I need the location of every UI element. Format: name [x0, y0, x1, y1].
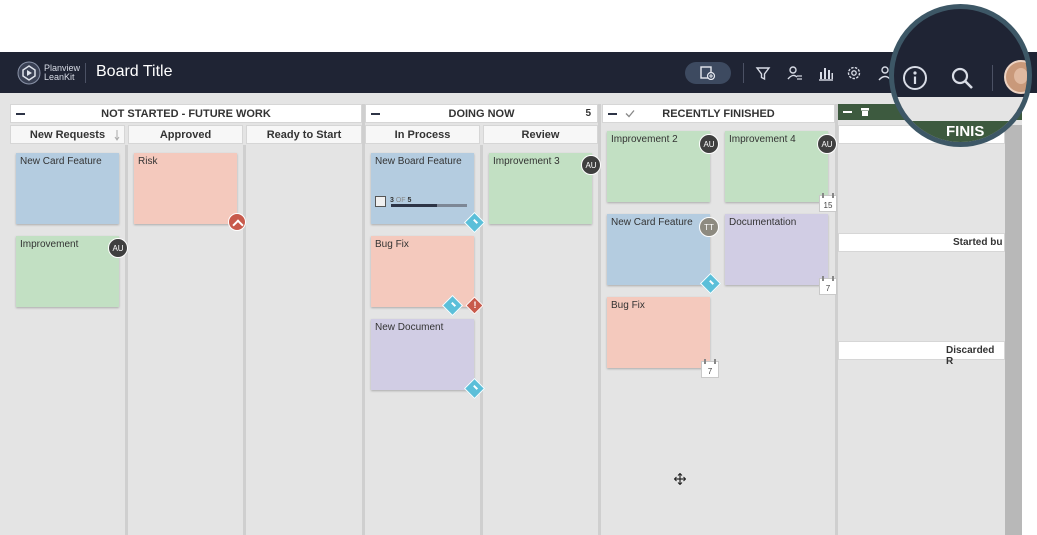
card-title: Improvement 4: [729, 134, 796, 145]
brand-line-2: LeanKit: [44, 72, 75, 82]
brand-name: Planview LeanKit: [44, 64, 80, 82]
card-title: Risk: [138, 156, 158, 167]
calendar-icon[interactable]: 7: [819, 276, 837, 295]
collapse-icon[interactable]: [843, 111, 852, 113]
filter-icon[interactable]: [754, 64, 772, 82]
toolbar-divider: [992, 65, 993, 91]
settings-icon[interactable]: [845, 64, 863, 82]
top-bar: Planview LeanKit Board Title: [0, 52, 1037, 93]
lane-header-recently-finished[interactable]: RECENTLY FINISHED: [602, 104, 835, 123]
card-title: Improvement 2: [611, 134, 678, 145]
lane-header-doing-now[interactable]: DOING NOW 5: [365, 104, 598, 123]
column-title: Ready to Start: [266, 128, 342, 141]
toolbar-divider: [743, 63, 744, 83]
planview-logo-icon: [17, 61, 41, 85]
column-header-in-process[interactable]: In Process: [365, 125, 480, 144]
assignee-avatar[interactable]: AU: [108, 238, 128, 258]
sort-icon[interactable]: [114, 129, 120, 141]
column-title: In Process: [394, 128, 451, 141]
column-title: Approved: [159, 128, 212, 141]
calendar-icon[interactable]: 7: [701, 359, 719, 378]
column-divider: [480, 145, 483, 535]
card-title: Improvement: [20, 239, 79, 250]
app-window: Planview LeanKit Board Title NOT STARTED…: [0, 0, 1037, 535]
progress-bar: [391, 204, 467, 207]
scrollbar[interactable]: [1005, 125, 1022, 535]
assignee-avatar[interactable]: AU: [817, 134, 837, 154]
panel-title: Started bu: [953, 237, 1003, 248]
column-header-review[interactable]: Review: [483, 125, 598, 144]
magnified-finished-header: FINIS: [894, 121, 1027, 142]
assignee-avatar[interactable]: AU: [699, 134, 719, 154]
brand-divider: [85, 63, 86, 83]
priority-up-icon[interactable]: [228, 213, 246, 231]
board-title[interactable]: Board Title: [96, 63, 172, 81]
card-new-card-feature-2[interactable]: New Card Feature TT: [607, 214, 722, 295]
card-improvement[interactable]: Improvement AU: [16, 236, 128, 307]
card-improvement-4[interactable]: Improvement 4 AU 15: [725, 131, 837, 212]
search-icon[interactable]: [950, 66, 974, 90]
avatar-face: [1014, 68, 1027, 84]
column-divider: [243, 145, 246, 535]
blocked-exclamation: !: [473, 300, 477, 310]
assignee-avatar[interactable]: TT: [699, 217, 719, 237]
card-new-board-feature[interactable]: New Board Feature 3 OF 5: [371, 153, 486, 234]
card-title: Improvement 3: [493, 156, 560, 167]
analytics-icon[interactable]: [817, 64, 835, 82]
user-filter-icon[interactable]: [786, 64, 804, 82]
card-title: New Document: [375, 322, 444, 333]
card-new-document[interactable]: New Document: [371, 319, 486, 400]
archive-icon: [861, 108, 869, 116]
card-title: Documentation: [729, 217, 797, 228]
board-add-icon: [700, 66, 716, 80]
card-bug-fix-2[interactable]: Bug Fix 7: [607, 297, 719, 378]
lane-title: DOING NOW: [448, 107, 515, 120]
assignee-avatar[interactable]: AU: [581, 155, 601, 175]
collapse-icon[interactable]: [16, 113, 25, 115]
card-improvement-2[interactable]: Improvement 2 AU: [607, 131, 719, 202]
lane-title: RECENTLY FINISHED: [662, 107, 775, 120]
lane-header-not-started[interactable]: NOT STARTED - FUTURE WORK: [10, 104, 362, 123]
column-title: Review: [521, 128, 560, 141]
progress-label: 3 OF 5: [390, 197, 412, 204]
card-title: New Card Feature: [20, 156, 102, 167]
collapse-icon[interactable]: [608, 113, 617, 115]
finished-panel-discarded[interactable]: Discarded R: [838, 341, 1005, 367]
lane-divider: [835, 104, 838, 535]
card-title: Bug Fix: [375, 239, 409, 250]
card-documentation[interactable]: Documentation 7: [725, 214, 837, 295]
task-icon: [375, 196, 386, 207]
move-cursor-icon: [674, 473, 686, 485]
zoom-magnifier: FINIS: [889, 4, 1032, 147]
board-add-button[interactable]: [685, 62, 731, 84]
card-title: New Card Feature: [611, 217, 693, 228]
wip-count: 5: [585, 108, 591, 119]
card-bug-fix[interactable]: Bug Fix !: [371, 236, 484, 317]
progress-fill: [391, 204, 437, 207]
column-title: New Requests: [29, 128, 106, 141]
calendar-icon[interactable]: 15: [819, 193, 837, 212]
column-header-new-requests[interactable]: New Requests: [10, 125, 125, 144]
finished-panel-started[interactable]: Started bu: [838, 233, 1005, 252]
column-divider: [125, 145, 128, 535]
column-header-ready-to-start[interactable]: Ready to Start: [246, 125, 362, 144]
finished-lane-title: FINIS: [946, 123, 985, 140]
user-avatar[interactable]: [1004, 60, 1027, 94]
task-progress[interactable]: 3 OF 5: [375, 196, 470, 208]
card-new-card-feature[interactable]: New Card Feature: [16, 153, 119, 224]
collapse-icon[interactable]: [371, 113, 380, 115]
info-icon[interactable]: [902, 65, 928, 91]
lane-title: NOT STARTED - FUTURE WORK: [101, 107, 271, 120]
card-risk[interactable]: Risk: [134, 153, 246, 231]
card-improvement-3[interactable]: Improvement 3 AU: [489, 153, 601, 224]
checkmark-icon: [625, 110, 635, 118]
card-title: New Board Feature: [375, 156, 462, 167]
card-title: Bug Fix: [611, 300, 645, 311]
lane-divider: [362, 104, 365, 535]
column-header-approved[interactable]: Approved: [128, 125, 243, 144]
